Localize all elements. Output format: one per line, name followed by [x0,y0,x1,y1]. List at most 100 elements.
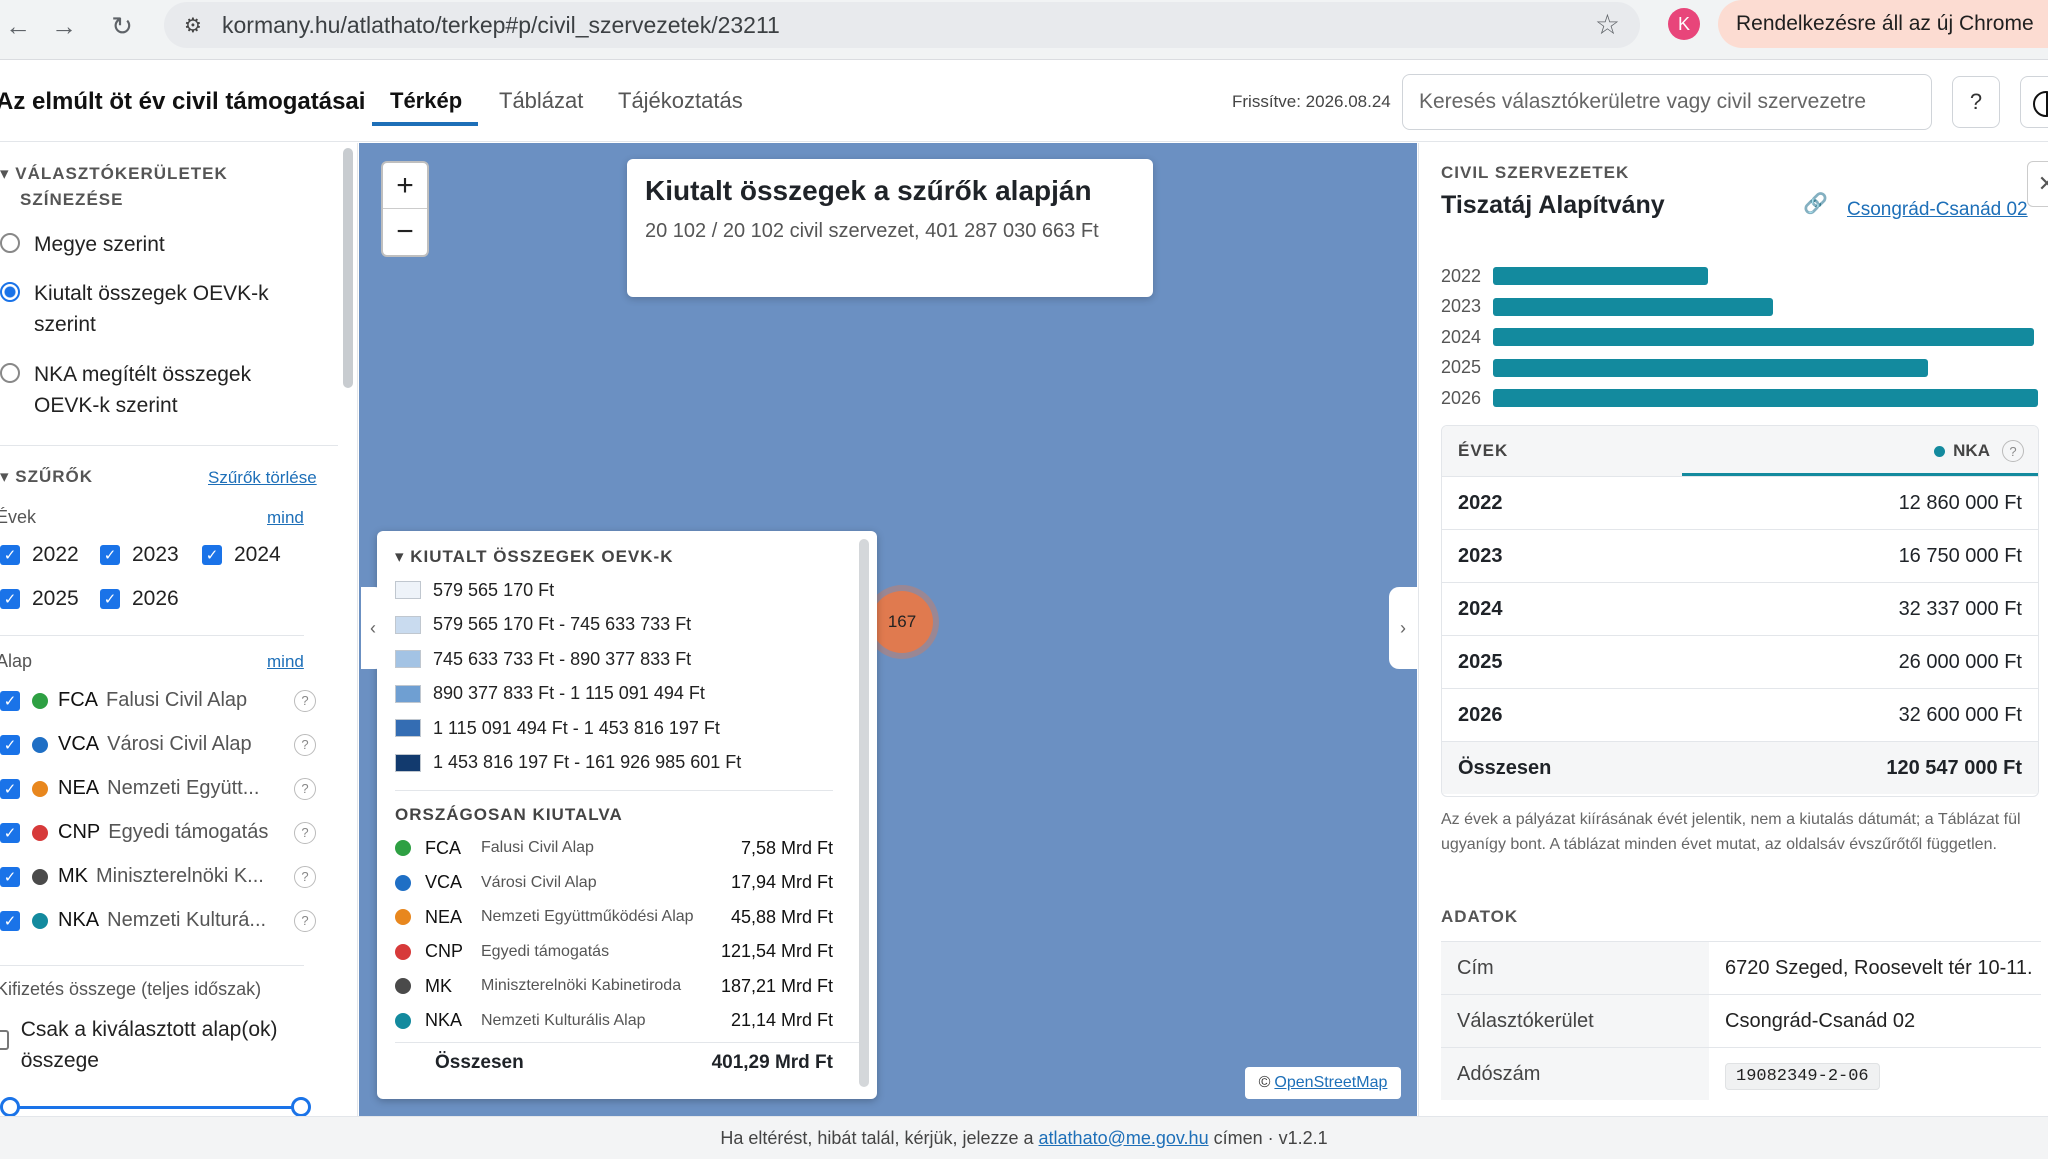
close-panel-button[interactable]: ✕ [2027,161,2048,207]
footer-text: Ha eltérést, hibát talál, kérjük, jelezz… [720,1127,1034,1148]
checkbox[interactable]: ✓ [0,866,20,887]
fund-name: Falusi Civil Alap [481,839,594,857]
collapse-caret-icon[interactable]: ▾ [0,467,10,486]
years-all-link[interactable]: mind [267,508,304,528]
fund-color-dot [32,736,48,753]
row-year: 2022 [1458,491,1503,514]
checkbox[interactable]: ✓ [0,910,20,931]
help-icon[interactable]: ? [2002,440,2024,462]
tax-id-code[interactable]: 19082349-2-06 [1725,1062,1880,1090]
checkbox[interactable]: ✓ [0,822,20,843]
fund-filter-vca[interactable]: ✓ VCA Városi Civil Alap ? [0,733,316,756]
fund-filter-cnp[interactable]: ✓ CNP Egyedi támogatás ? [0,821,316,844]
address-bar[interactable]: ⚙ kormany.hu/atlathato/terkep#p/civil_sz… [164,2,1640,48]
link-icon[interactable]: 🔗 [1803,191,1828,216]
checkbox[interactable]: ✓ [0,778,20,799]
checkbox[interactable]: ✓ [0,589,20,609]
checkbox[interactable]: ✓ [202,545,222,565]
search-input[interactable] [1402,74,1932,130]
tab-table[interactable]: Táblázat [499,88,583,114]
site-settings-icon[interactable]: ⚙ [180,12,206,38]
year-checkbox-2025[interactable]: ✓ 2025 [0,587,79,611]
checkbox[interactable] [0,1030,9,1050]
sidebar-scrollbar[interactable] [343,148,353,388]
checkbox[interactable]: ✓ [0,690,20,711]
forward-icon[interactable]: → [46,8,82,44]
nka-column-header[interactable]: NKA [1934,441,1990,461]
fund-code: FCA [58,689,98,711]
help-icon[interactable]: ? [294,689,316,712]
collapse-caret-icon[interactable]: ▾ [395,547,405,566]
help-icon[interactable]: ? [294,777,316,800]
radio-nka[interactable]: NKA megítélt összegek OEVK-k szerint [0,359,294,421]
slider-max-handle[interactable] [291,1097,311,1117]
osm-link[interactable]: OpenStreetMap [1274,1074,1387,1092]
help-button[interactable]: ? [1952,76,2000,128]
help-icon[interactable]: ? [294,865,316,888]
checkbox[interactable]: ✓ [100,545,120,565]
tab-map[interactable]: Térkép [390,88,462,114]
fund-color-dot [32,692,48,709]
fund-name: Nemzeti Kulturális Alap [481,1011,646,1029]
legend-header[interactable]: ▾ KIUTALT ÖSSZEGEK OEVK-K [395,547,859,567]
info-title: Kiutalt összegek a szűrők alapján [645,175,1092,206]
collapse-left-panel-button[interactable]: ‹ [361,587,385,669]
profile-avatar[interactable]: K [1668,8,1700,40]
fund-color-dot [1934,445,1946,457]
legend-scrollbar[interactable] [859,539,869,1087]
fund-filter-fca[interactable]: ✓ FCA Falusi Civil Alap ? [0,689,316,712]
tab-info[interactable]: Tájékoztatás [618,88,743,114]
checkbox-label: 2025 [32,587,79,610]
help-icon[interactable]: ? [294,909,316,932]
checkbox[interactable]: ✓ [0,545,20,565]
map-canvas[interactable]: + − Kiutalt összegek a szűrők alapján 20… [359,143,1417,1116]
year-checkbox-2023[interactable]: ✓ 2023 [100,543,179,567]
help-icon[interactable]: ? [294,821,316,844]
slider-min-handle[interactable] [0,1097,20,1117]
fund-color-dot [395,840,411,857]
year-checkbox-2022[interactable]: ✓ 2022 [0,543,79,567]
radio-county[interactable]: Megye szerint [0,229,334,260]
coloring-title-2: SZÍNEZÉSE [20,190,124,209]
radio-oevk-paid[interactable]: Kiutalt összegek OEVK-k szerint [0,278,294,340]
clear-filters-link[interactable]: Szűrők törlése [208,468,317,488]
zoom-in-button[interactable]: + [383,163,427,209]
map-cluster-marker[interactable]: 167 [871,591,933,653]
year-checkbox-2024[interactable]: ✓ 2024 [202,543,281,567]
zoom-out-button[interactable]: − [383,209,427,255]
help-icon[interactable]: ? [294,733,316,756]
collapse-caret-icon[interactable]: ▾ [0,164,10,183]
fund-filter-mk[interactable]: ✓ MK Miniszterelnöki K... ? [0,865,316,888]
radio-button[interactable] [0,363,20,383]
checkbox[interactable]: ✓ [100,589,120,609]
year-checkbox-2026[interactable]: ✓ 2026 [100,587,179,611]
footer-email-link[interactable]: atlathato@me.gov.hu [1039,1128,1209,1149]
fund-filter-nka[interactable]: ✓ NKA Nemzeti Kulturá... ? [0,909,316,932]
fund-amount: 45,88 Mrd Ft [730,906,833,927]
total-row: Összesen 120 547 000 Ft [1442,741,2038,794]
national-fund-row: NKA Nemzeti Kulturális Alap 21,14 Mrd Ft [395,1004,859,1039]
radio-button[interactable] [0,233,20,253]
fund-filter-nea[interactable]: ✓ NEA Nemzeti Együtt... ? [0,777,316,800]
reload-icon[interactable]: ↻ [104,8,140,44]
years-note: Az évek a pályázat kiírásának évét jelen… [1441,811,2021,853]
table-row: 2026 32 600 000 Ft [1442,688,2038,741]
collapse-right-panel-button[interactable]: › [1389,587,1417,669]
fund-color-dot [32,868,48,885]
filters-section-header[interactable]: ▾ SZŰRŐK [0,464,93,490]
chrome-update-button[interactable]: Rendelkezésre áll az új Chrome [1718,0,2048,48]
radio-button[interactable] [0,282,20,302]
coloring-section-header[interactable]: ▾ VÁLASZTÓKERÜLETEK SZÍNEZÉSE [0,161,228,213]
fund-code: CNP [425,941,464,962]
amount-range-slider[interactable] [10,1106,302,1109]
funds-all-link[interactable]: mind [267,652,304,672]
checkbox[interactable]: ✓ [0,734,20,755]
district-link[interactable]: Csongrád-Csanád 02 [1847,199,2028,221]
url-text[interactable]: kormany.hu/atlathato/terkep#p/civil_szer… [222,12,780,39]
row-amount: 26 000 000 Ft [1898,650,2022,673]
back-icon[interactable]: ← [0,8,36,44]
only-selected-checkbox[interactable]: Csak a kiválasztott alap(ok) összege [0,1014,292,1076]
legend-swatch [395,684,421,703]
theme-toggle-icon[interactable] [2020,76,2048,128]
bookmark-star-icon[interactable]: ☆ [1595,8,1620,41]
